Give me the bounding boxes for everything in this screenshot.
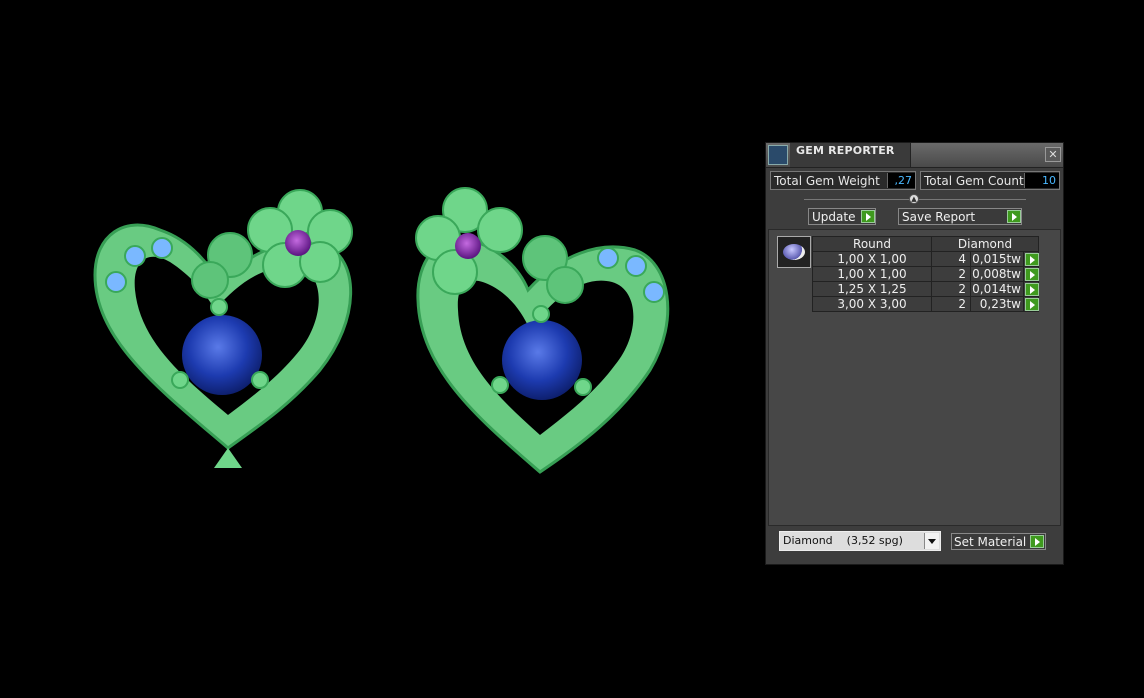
update-button[interactable]: Update [808, 208, 876, 225]
right-earring [415, 187, 670, 474]
arrow-right-icon[interactable] [1025, 283, 1039, 296]
arrow-right-icon[interactable] [861, 210, 875, 223]
gem-size: 1,00 X 1,00 [812, 251, 932, 267]
3d-viewport[interactable] [0, 0, 750, 694]
total-gem-weight-value: ,27 [887, 173, 915, 188]
earring-render [93, 187, 670, 474]
panel-title: GEM REPORTER [796, 144, 895, 157]
gem-count: 2 [931, 281, 971, 297]
material-select-value: Diamond (3,52 spg) [783, 534, 903, 547]
total-gem-weight-label: Total Gem Weight [774, 174, 880, 188]
set-material-button[interactable]: Set Material [951, 533, 1046, 550]
gem-reporter-panel: GEM REPORTER ✕ Total Gem Weight ,27 Tota… [765, 142, 1064, 565]
set-material-label: Set Material [954, 535, 1027, 549]
arrow-right-icon[interactable] [1030, 535, 1044, 548]
gem-size: 3,00 X 3,00 [812, 296, 932, 312]
table-row[interactable]: 1,25 X 1,25 2 0,014tw [812, 281, 1039, 297]
gem-weight: 0,015tw [970, 251, 1024, 267]
update-button-label: Update [812, 210, 856, 224]
title-bar[interactable]: GEM REPORTER ✕ [766, 143, 1063, 168]
total-gem-count-label: Total Gem Count [924, 174, 1024, 188]
table-row[interactable]: 1,00 X 1,00 4 0,015tw [812, 251, 1039, 267]
arrow-right-icon[interactable] [1025, 298, 1039, 311]
save-report-button-label: Save Report [902, 210, 976, 224]
close-icon[interactable]: ✕ [1045, 147, 1061, 162]
dropdown-arrow-icon[interactable] [924, 533, 939, 549]
column-header-material: Diamond [931, 236, 1039, 252]
gem-reporter-icon [768, 145, 788, 165]
table-row[interactable]: 3,00 X 3,00 2 0,23tw [812, 296, 1039, 312]
table-row[interactable]: 1,00 X 1,00 2 0,008tw [812, 266, 1039, 282]
gem-list: Round Diamond 1,00 X 1,00 4 0,015tw 1,00… [768, 229, 1061, 526]
save-report-button[interactable]: Save Report [898, 208, 1022, 225]
gem-thumbnail-icon[interactable] [777, 236, 811, 268]
gem-size: 1,25 X 1,25 [812, 281, 932, 297]
gem-weight: 0,014tw [970, 281, 1024, 297]
gem-weight: 0,008tw [970, 266, 1024, 282]
gem-size: 1,00 X 1,00 [812, 266, 932, 282]
gem-count: 4 [931, 251, 971, 267]
slider-knob-icon[interactable]: ▲ [909, 194, 919, 204]
gem-count: 2 [931, 266, 971, 282]
material-select[interactable]: Diamond (3,52 spg) [779, 531, 941, 551]
total-gem-weight-field: Total Gem Weight ,27 [770, 171, 916, 190]
total-gem-count-value: 10 [1024, 173, 1059, 188]
left-earring [93, 189, 353, 468]
arrow-right-icon[interactable] [1025, 253, 1039, 266]
arrow-right-icon[interactable] [1025, 268, 1039, 281]
column-header-shape: Round [812, 236, 932, 252]
gem-weight: 0,23tw [970, 296, 1024, 312]
total-gem-count-field: Total Gem Count 10 [920, 171, 1060, 190]
gem-count: 2 [931, 296, 971, 312]
gem-table: Round Diamond 1,00 X 1,00 4 0,015tw 1,00… [812, 236, 1039, 312]
arrow-right-icon[interactable] [1007, 210, 1021, 223]
